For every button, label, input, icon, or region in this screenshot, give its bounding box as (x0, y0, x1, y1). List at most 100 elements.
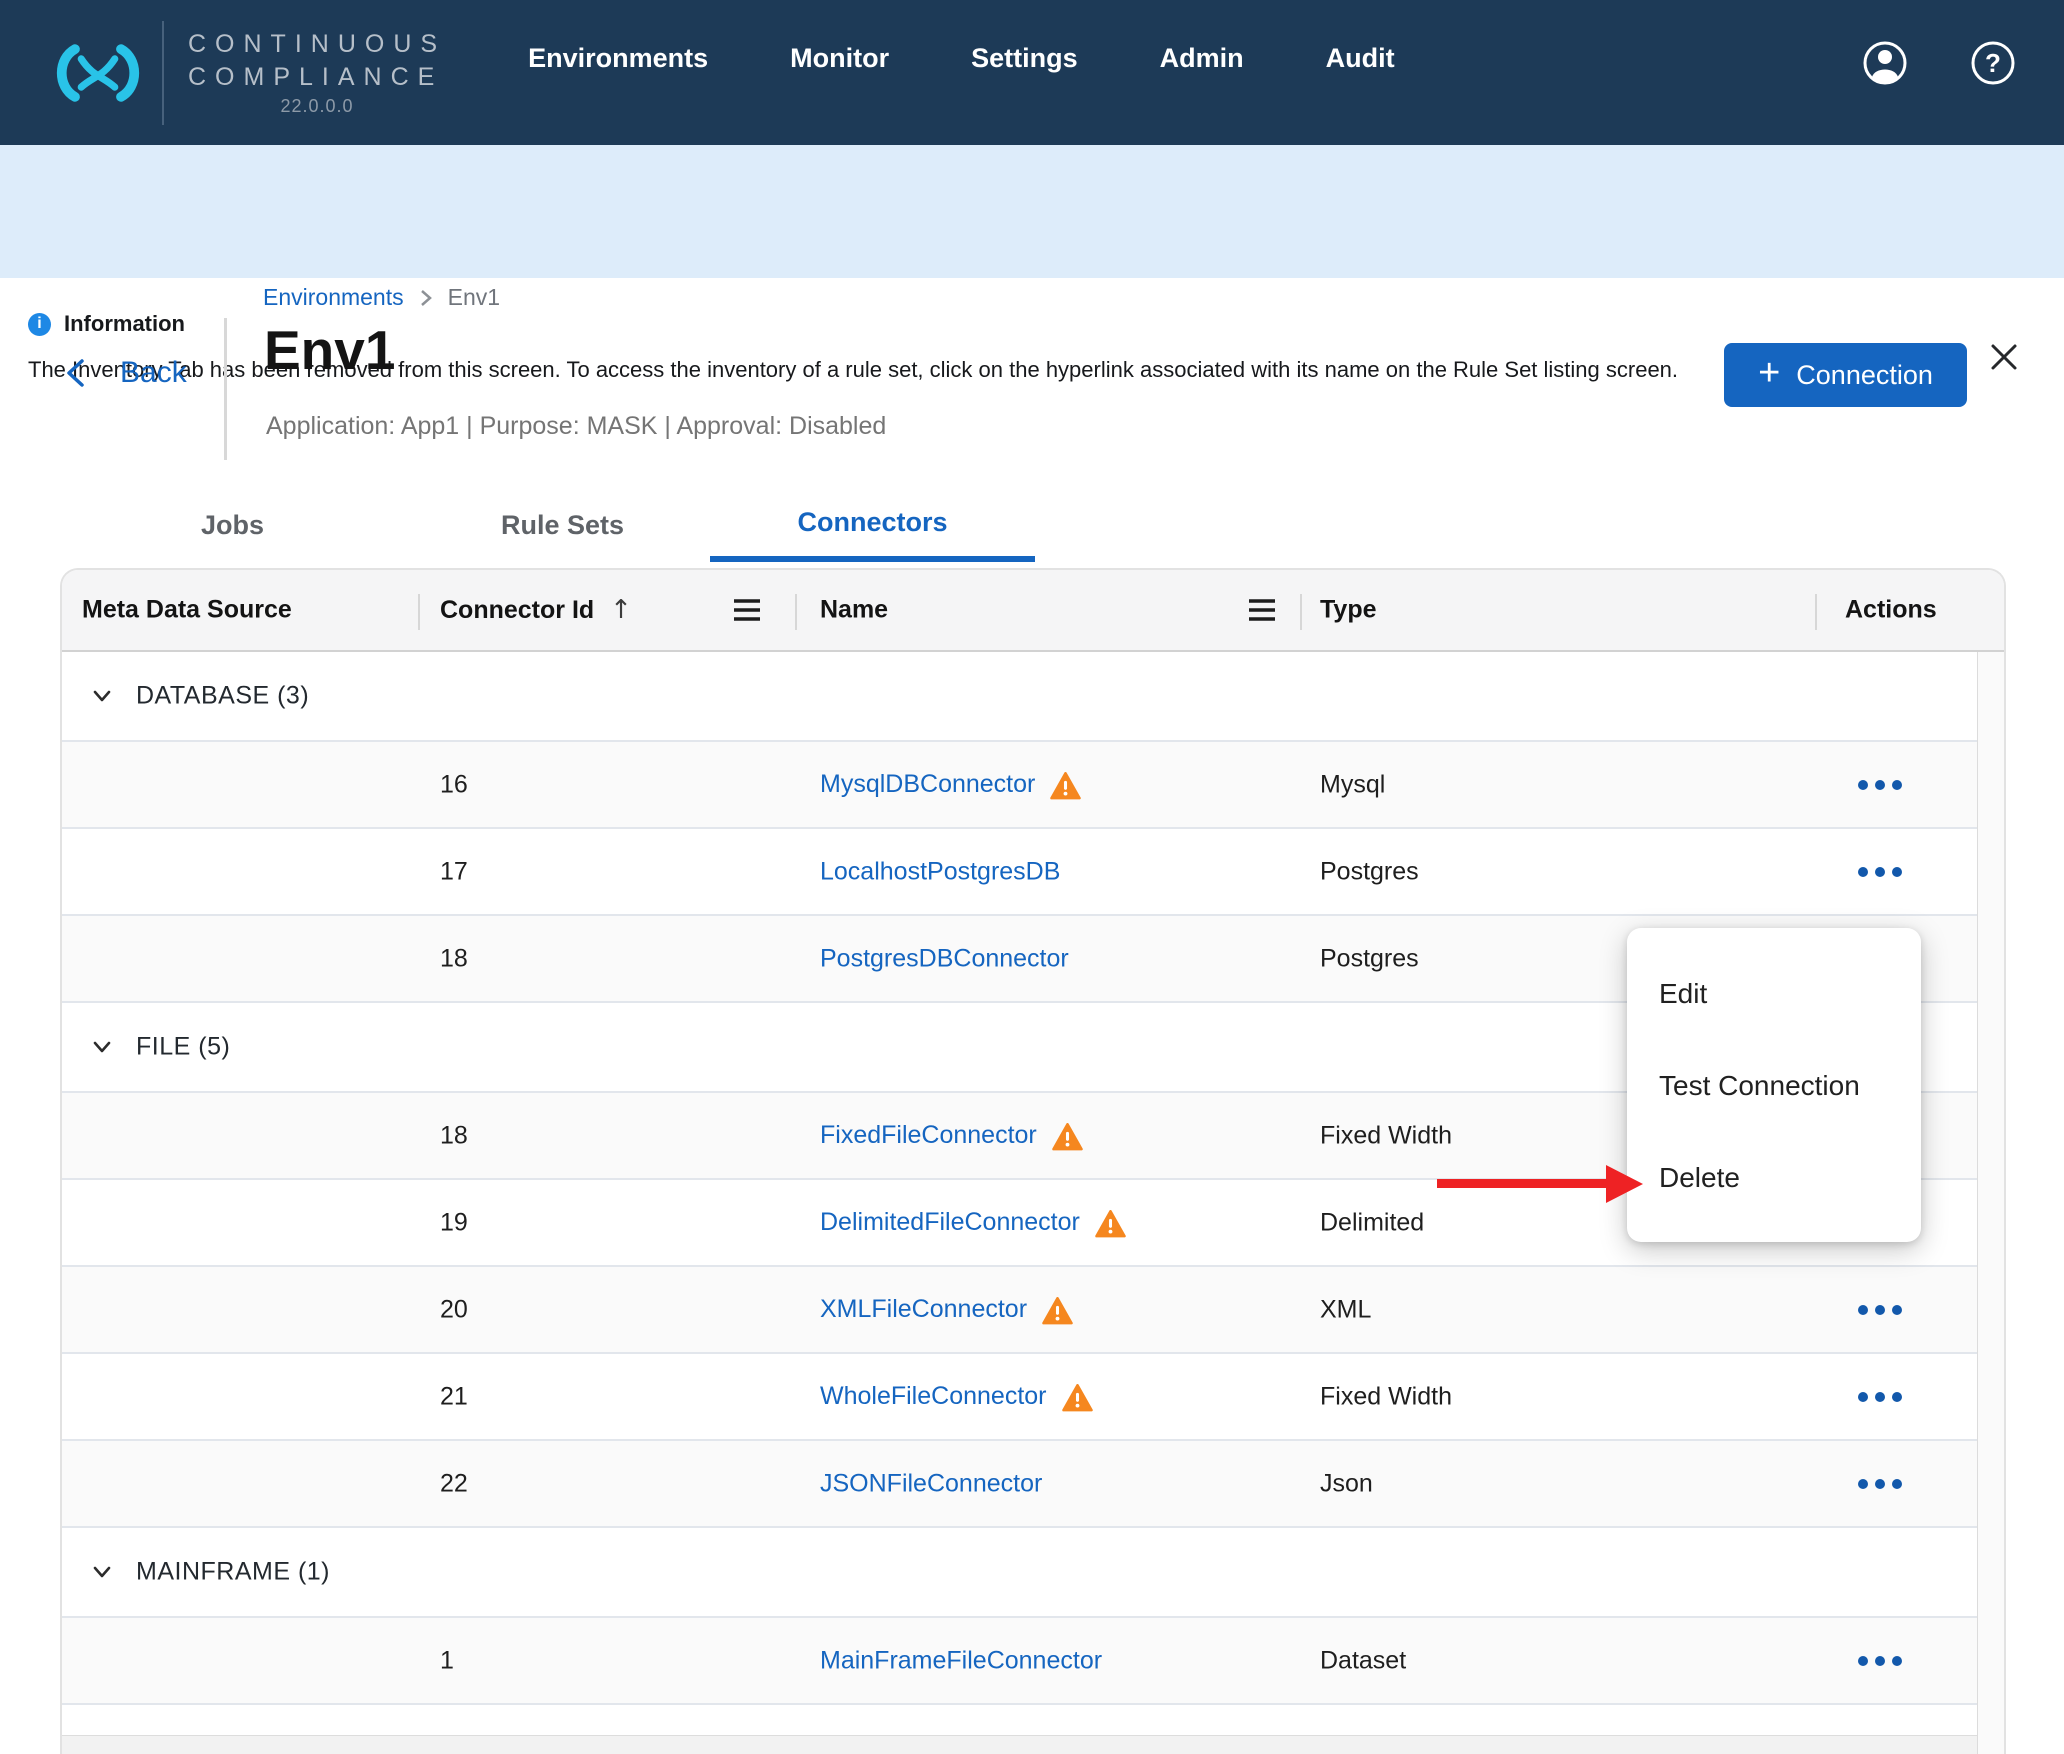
connector-type: Mysql (1320, 770, 1385, 799)
nav-admin[interactable]: Admin (1160, 43, 1244, 74)
column-divider (795, 594, 797, 630)
group-label: MAINFRAME (1) (136, 1558, 330, 1587)
column-divider (418, 594, 420, 630)
connector-id: 17 (440, 857, 468, 886)
column-divider (1300, 594, 1302, 630)
info-icon: i (28, 313, 51, 336)
navbar-icons: ? (1862, 40, 2016, 86)
horizontal-scrollbar[interactable] (62, 1735, 1977, 1754)
col-meta-data-source[interactable]: Meta Data Source (82, 596, 292, 625)
table-row: 20 XMLFileConnector XML (62, 1267, 1978, 1354)
chevron-left-icon (64, 358, 86, 388)
table-header: Meta Data Source Connector Id ↑ Name Typ… (62, 570, 2004, 652)
connector-type: XML (1320, 1295, 1371, 1324)
group-row-mainframe: MAINFRAME (1) (62, 1528, 1978, 1618)
nav-monitor[interactable]: Monitor (790, 43, 889, 74)
connector-name-link[interactable]: JSONFileConnector (820, 1469, 1042, 1498)
col-connector-id[interactable]: Connector Id ↑ (440, 595, 632, 625)
connector-type: Postgres (1320, 857, 1419, 886)
nav-settings[interactable]: Settings (971, 43, 1078, 74)
table-row: 17 LocalhostPostgresDB Postgres (62, 829, 1978, 916)
breadcrumb-current: Env1 (448, 284, 500, 311)
page-title: Env1 (264, 318, 395, 382)
connector-type: Dataset (1320, 1646, 1406, 1675)
user-avatar-icon[interactable] (1862, 40, 1908, 86)
group-label: DATABASE (3) (136, 682, 309, 711)
screen: CONTINUOUS COMPLIANCE 22.0.0.0 Environme… (0, 0, 2064, 1754)
banner-title: Information (64, 311, 185, 337)
connector-name-link[interactable]: DelimitedFileConnector (820, 1208, 1080, 1237)
col-type[interactable]: Type (1320, 596, 1377, 625)
column-menu-icon[interactable] (1245, 596, 1279, 624)
connector-id: 18 (440, 944, 468, 973)
connector-id: 16 (440, 770, 468, 799)
brand-divider (162, 21, 164, 125)
tab-bar: Jobs Rule Sets Connectors (60, 488, 1060, 562)
help-icon[interactable]: ? (1970, 40, 2016, 86)
brand-line1: CONTINUOUS (188, 28, 446, 61)
nav-environments[interactable]: Environments (528, 43, 708, 74)
connector-name-link[interactable]: LocalhostPostgresDB (820, 857, 1060, 886)
group-row-database: DATABASE (3) (62, 652, 1978, 742)
row-context-menu: Edit Test Connection Delete (1627, 928, 1921, 1242)
col-name[interactable]: Name (820, 596, 888, 625)
ellipsis-actions-icon[interactable] (1818, 1656, 1942, 1666)
warning-triangle-icon (1050, 772, 1081, 800)
tab-connectors[interactable]: Connectors (710, 488, 1035, 562)
menu-item-edit[interactable]: Edit (1627, 948, 1921, 1040)
ellipsis-actions-icon[interactable] (1818, 780, 1942, 790)
connector-name-link[interactable]: FixedFileConnector (820, 1121, 1037, 1150)
connector-type: Postgres (1320, 944, 1419, 973)
close-icon[interactable] (1988, 341, 2020, 373)
table-row: 16 MysqlDBConnector Mysql (62, 742, 1978, 829)
connector-name-link[interactable]: MysqlDBConnector (820, 770, 1035, 799)
table-row: 1 MainFrameFileConnector Dataset (62, 1618, 1978, 1705)
menu-item-test-connection[interactable]: Test Connection (1627, 1040, 1921, 1132)
ellipsis-actions-icon[interactable] (1818, 867, 1942, 877)
warning-triangle-icon (1052, 1123, 1083, 1151)
delphix-logo-icon (52, 42, 144, 104)
column-menu-icon[interactable] (730, 596, 764, 624)
app-version: 22.0.0.0 (188, 96, 446, 117)
breadcrumb-environments[interactable]: Environments (263, 284, 404, 311)
menu-item-delete[interactable]: Delete (1627, 1132, 1921, 1224)
breadcrumb: Environments Env1 (263, 284, 500, 311)
ellipsis-actions-icon[interactable] (1818, 1479, 1942, 1489)
column-divider (1815, 594, 1817, 630)
connector-name-link[interactable]: WholeFileConnector (820, 1382, 1047, 1411)
table-row: 21 WholeFileConnector Fixed Width (62, 1354, 1978, 1441)
primary-nav: Environments Monitor Settings Admin Audi… (528, 43, 1395, 74)
warning-triangle-icon (1042, 1297, 1073, 1325)
svg-text:?: ? (1985, 48, 2001, 78)
connector-id: 18 (440, 1121, 468, 1150)
table-row: 22 JSONFileConnector Json (62, 1441, 1978, 1528)
page-subtitle: Application: App1 | Purpose: MASK | Appr… (266, 412, 886, 441)
connector-id: 21 (440, 1382, 468, 1411)
col-connector-id-label: Connector Id (440, 596, 594, 625)
tab-rule-sets[interactable]: Rule Sets (400, 488, 725, 562)
info-banner: i Information The Inventory Tab has been… (0, 145, 2064, 278)
chevron-down-icon[interactable] (88, 1558, 116, 1586)
back-button[interactable]: Back (64, 356, 187, 390)
sort-ascending-icon[interactable]: ↑ (610, 595, 632, 625)
nav-audit[interactable]: Audit (1326, 43, 1395, 74)
add-connection-button[interactable]: + Connection (1724, 343, 1967, 407)
annotation-arrow-head (1606, 1165, 1643, 1203)
tab-jobs[interactable]: Jobs (70, 488, 395, 562)
connector-id: 1 (440, 1646, 454, 1675)
ellipsis-actions-icon[interactable] (1818, 1305, 1942, 1315)
connector-type: Fixed Width (1320, 1121, 1452, 1150)
connector-type: Json (1320, 1469, 1373, 1498)
chevron-down-icon[interactable] (88, 682, 116, 710)
connector-name-link[interactable]: MainFrameFileConnector (820, 1646, 1102, 1675)
connector-id: 19 (440, 1208, 468, 1237)
chevron-down-icon[interactable] (88, 1033, 116, 1061)
add-connection-label: Connection (1796, 360, 1933, 391)
connector-type: Delimited (1320, 1208, 1424, 1237)
connector-name-link[interactable]: XMLFileConnector (820, 1295, 1027, 1324)
chevron-right-icon (420, 289, 432, 307)
vertical-scrollbar[interactable] (1977, 652, 2004, 1754)
connector-name-link[interactable]: PostgresDBConnector (820, 944, 1069, 973)
ellipsis-actions-icon[interactable] (1818, 1392, 1942, 1402)
brand-line2: COMPLIANCE (188, 61, 446, 94)
